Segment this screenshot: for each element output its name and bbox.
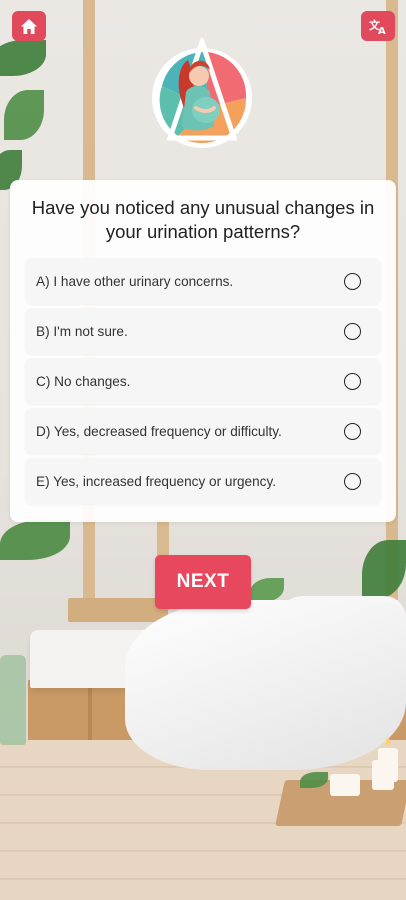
blanket — [125, 600, 406, 770]
wood-shelf — [68, 598, 168, 622]
home-button[interactable] — [12, 11, 46, 41]
radio-button[interactable] — [344, 272, 361, 290]
option-label: E) Yes, increased frequency or urgency. — [36, 473, 277, 489]
question-text: Have you noticed any unusual changes in … — [31, 197, 375, 242]
glass-bottle — [0, 655, 26, 745]
svg-text:A: A — [378, 26, 386, 35]
radio-button[interactable] — [344, 322, 361, 340]
home-icon — [20, 18, 38, 35]
candle-flame — [386, 738, 390, 746]
option-e[interactable]: E) Yes, increased frequency or urgency. — [25, 458, 381, 504]
option-c[interactable]: C) No changes. — [25, 358, 381, 404]
question-card: Have you noticed any unusual changes in … — [10, 180, 396, 522]
translate-icon: 文 A — [368, 17, 388, 35]
candle — [372, 760, 394, 790]
app-logo — [148, 34, 256, 150]
option-b[interactable]: B) I'm not sure. — [25, 308, 381, 354]
option-label: D) Yes, decreased frequency or difficult… — [36, 423, 282, 439]
radio-button[interactable] — [344, 422, 361, 440]
option-d[interactable]: D) Yes, decreased frequency or difficult… — [25, 408, 381, 454]
option-a[interactable]: A) I have other urinary concerns. — [25, 258, 381, 304]
option-label: B) I'm not sure. — [36, 323, 128, 339]
radio-button[interactable] — [344, 472, 361, 490]
option-label: C) No changes. — [36, 373, 131, 389]
translate-button[interactable]: 文 A — [361, 11, 395, 41]
option-label: A) I have other urinary concerns. — [36, 273, 234, 289]
pregnant-woman-illustration — [152, 34, 252, 148]
candle — [330, 774, 360, 796]
answer-options: A) I have other urinary concerns. B) I'm… — [25, 258, 381, 508]
radio-button[interactable] — [344, 372, 361, 390]
next-button[interactable]: NEXT — [155, 555, 251, 609]
